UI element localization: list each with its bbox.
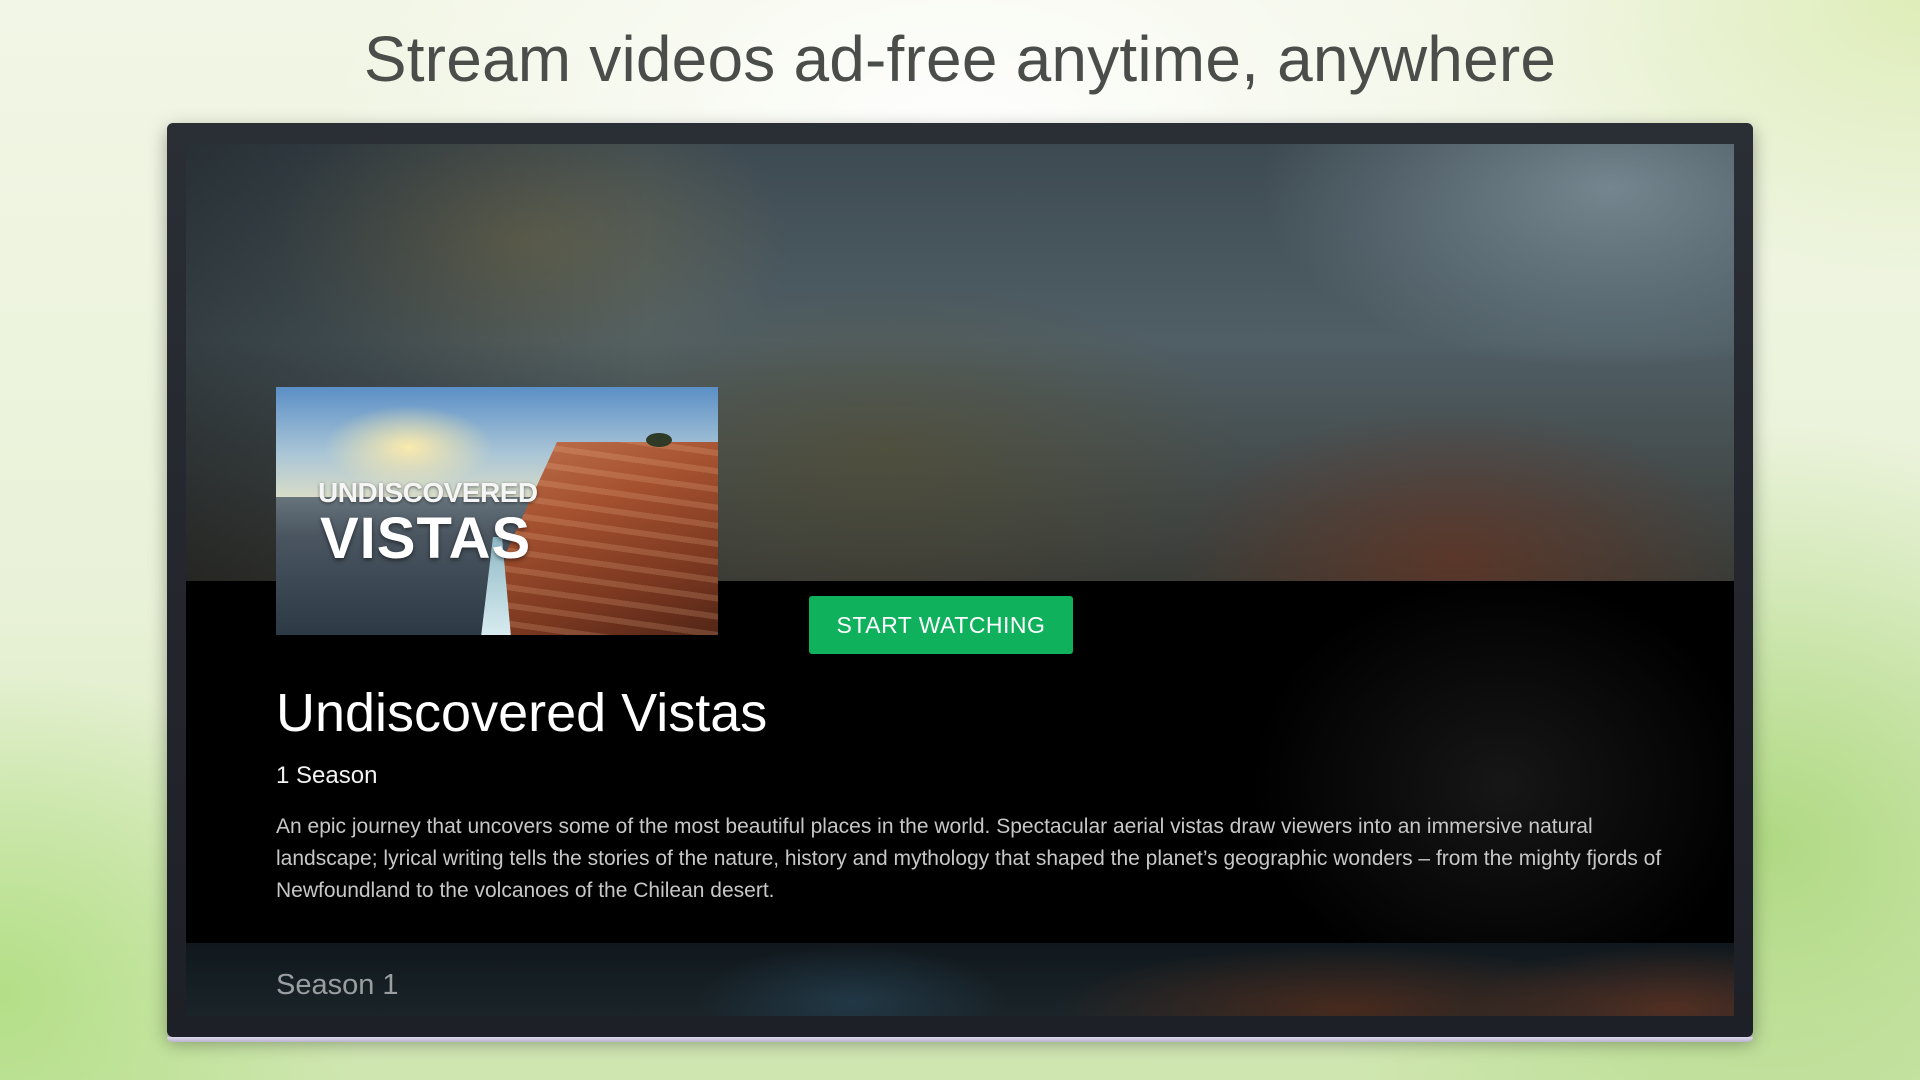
show-description: An epic journey that uncovers some of th…	[276, 815, 1662, 902]
marketing-headline: Stream videos ad-free anytime, anywhere	[363, 23, 1557, 95]
season-1-label: Season 1	[276, 969, 399, 1001]
show-title: Undiscovered Vistas	[276, 683, 768, 743]
poster-tree	[646, 433, 672, 447]
tv-frame: UNDISCOVERED VISTAS START WATCHING Undis…	[167, 123, 1753, 1042]
season-row[interactable]: Season 1	[186, 943, 1734, 1016]
poster-title-main: VISTAS	[320, 506, 532, 571]
start-watching-button[interactable]: START WATCHING	[809, 596, 1073, 654]
show-poster[interactable]: UNDISCOVERED VISTAS	[276, 387, 718, 635]
season-count: 1 Season	[276, 762, 378, 789]
tv-screen: UNDISCOVERED VISTAS START WATCHING Undis…	[186, 144, 1734, 1016]
